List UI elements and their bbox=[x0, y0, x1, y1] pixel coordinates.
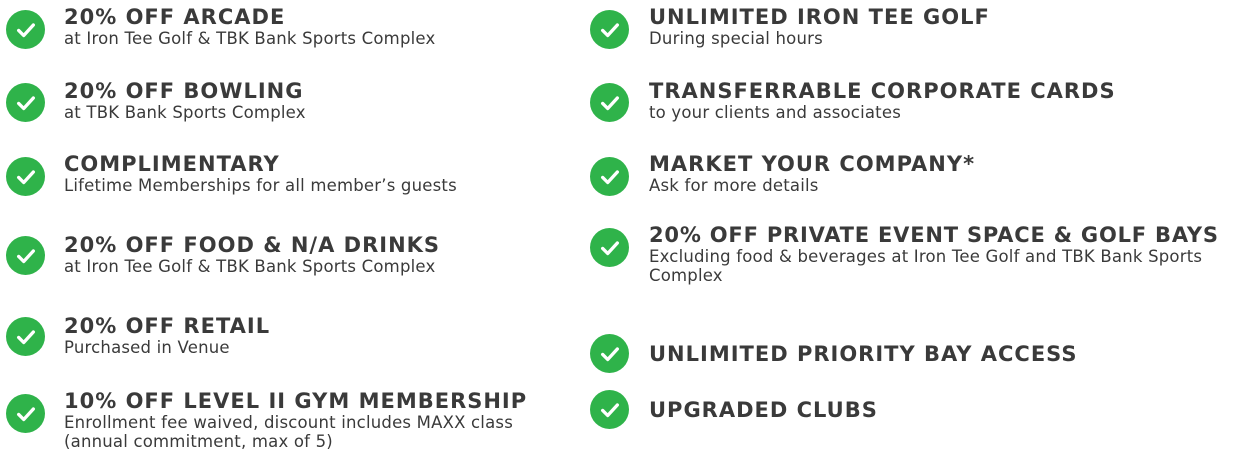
benefit-title: UPGRADED CLUBS bbox=[649, 398, 878, 422]
benefit-title: 10% OFF LEVEL II GYM MEMBERSHIP bbox=[64, 389, 528, 413]
check-circle-icon bbox=[590, 83, 629, 122]
benefit-subtitle: Purchased in Venue bbox=[64, 338, 230, 357]
benefit-title: 20% OFF PRIVATE EVENT SPACE & GOLF BAYS bbox=[649, 223, 1219, 247]
benefit-subtitle: at Iron Tee Golf & TBK Bank Sports Compl… bbox=[64, 29, 436, 48]
benefit-title: COMPLIMENTARY bbox=[64, 152, 280, 176]
benefit-title: TRANSFERRABLE CORPORATE CARDS bbox=[649, 79, 1116, 103]
benefit-subtitle: at TBK Bank Sports Complex bbox=[64, 103, 306, 122]
check-circle-icon bbox=[590, 157, 629, 196]
benefit-subtitle: to your clients and associates bbox=[649, 103, 901, 122]
benefit-title: 20% OFF FOOD & N/A DRINKS bbox=[64, 233, 441, 257]
check-circle-icon bbox=[6, 157, 45, 196]
benefit-title: MARKET YOUR COMPANY* bbox=[649, 152, 976, 176]
check-circle-icon bbox=[6, 83, 45, 122]
check-circle-icon bbox=[590, 10, 629, 49]
check-circle-icon bbox=[590, 334, 629, 373]
check-circle-icon bbox=[6, 236, 45, 275]
benefit-title: 20% OFF BOWLING bbox=[64, 79, 304, 103]
benefit-subtitle: Enrollment fee waived, discount includes… bbox=[64, 413, 513, 451]
benefit-title: UNLIMITED PRIORITY BAY ACCESS bbox=[649, 342, 1078, 366]
benefit-subtitle: Ask for more details bbox=[649, 176, 819, 195]
check-circle-icon bbox=[6, 10, 45, 49]
benefit-subtitle: Excluding food & beverages at Iron Tee G… bbox=[649, 247, 1203, 285]
check-circle-icon bbox=[6, 317, 45, 356]
benefit-subtitle: Lifetime Memberships for all member’s gu… bbox=[64, 176, 457, 195]
benefit-subtitle: During special hours bbox=[649, 29, 823, 48]
benefit-title: UNLIMITED IRON TEE GOLF bbox=[649, 5, 990, 29]
benefit-title: 20% OFF RETAIL bbox=[64, 314, 271, 338]
benefit-title: 20% OFF ARCADE bbox=[64, 5, 286, 29]
check-circle-icon bbox=[590, 228, 629, 267]
benefit-subtitle: at Iron Tee Golf & TBK Bank Sports Compl… bbox=[64, 257, 436, 276]
check-circle-icon bbox=[590, 390, 629, 429]
check-circle-icon bbox=[6, 394, 45, 433]
